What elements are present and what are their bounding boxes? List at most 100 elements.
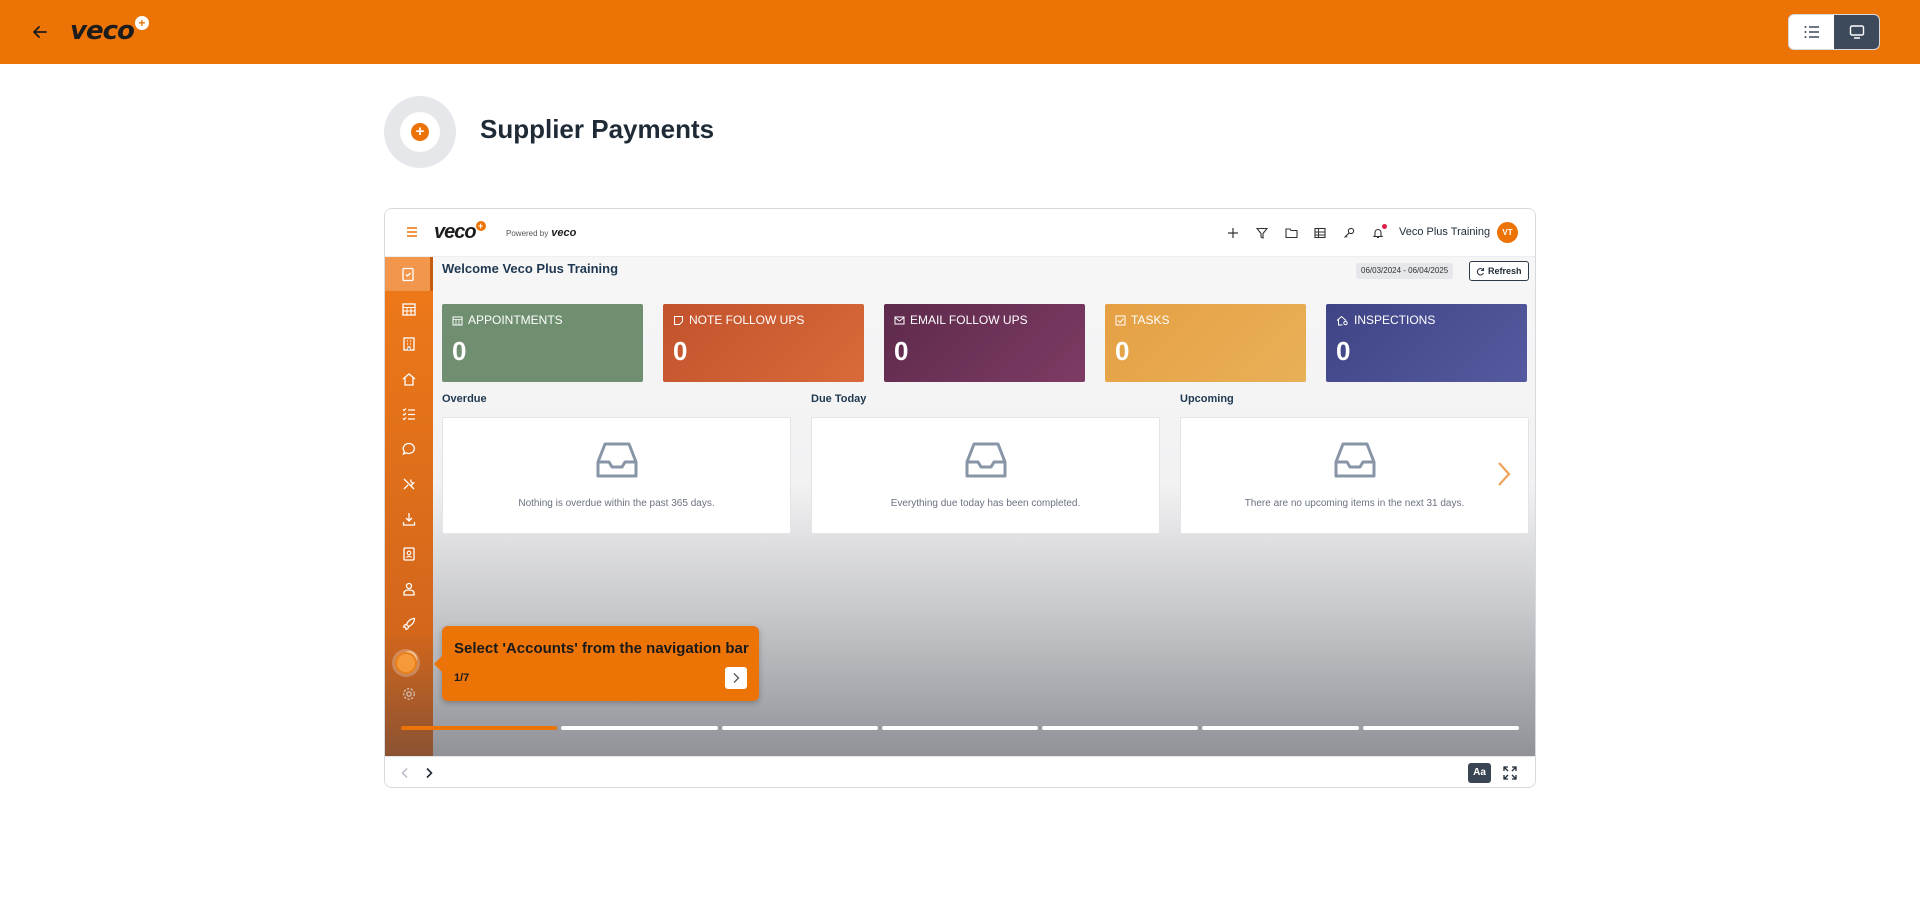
sidebar-item-buildings[interactable] xyxy=(385,327,433,361)
refresh-label: Refresh xyxy=(1488,266,1522,276)
presentation-icon xyxy=(1849,25,1864,39)
chevron-right-icon[interactable] xyxy=(1491,459,1515,489)
font-size-button[interactable]: Aa xyxy=(1468,763,1491,783)
list-check-icon xyxy=(402,408,415,421)
tour-next-button[interactable] xyxy=(725,667,747,689)
key-button[interactable] xyxy=(1341,225,1357,241)
sidebar xyxy=(385,257,433,758)
appointments-card[interactable]: APPOINTMENTS 0 xyxy=(442,304,643,382)
header-icons xyxy=(1225,224,1387,241)
card-label: APPOINTMENTS xyxy=(468,313,563,327)
sidebar-item-people[interactable] xyxy=(385,572,433,606)
list-icon xyxy=(1804,26,1819,38)
tour-step-counter: 1/7 xyxy=(454,672,470,684)
sidebar-item-dashboard[interactable] xyxy=(385,257,433,291)
inbox-icon xyxy=(596,442,637,478)
folder-button[interactable] xyxy=(1283,225,1299,241)
refresh-button[interactable]: Refresh xyxy=(1469,261,1529,281)
inbox-icon xyxy=(1334,442,1375,478)
upcoming-title: Upcoming xyxy=(1180,393,1234,405)
note-icon xyxy=(674,315,683,325)
back-button[interactable] xyxy=(28,20,52,44)
sidebar-item-settings[interactable] xyxy=(385,677,433,711)
filter-button[interactable] xyxy=(1254,225,1270,241)
logo-plus: + xyxy=(134,16,149,30)
add-button[interactable] xyxy=(1225,225,1241,241)
folder-icon xyxy=(1284,228,1298,239)
contact-card-icon xyxy=(403,547,415,561)
presentation-controls: Aa xyxy=(385,756,1535,787)
veco-logo[interactable]: veco + xyxy=(70,14,149,50)
empty-message: Everything due today has been completed. xyxy=(890,498,1081,509)
welcome-heading: Welcome Veco Plus Training xyxy=(442,261,619,276)
checkbox-icon xyxy=(1115,315,1126,325)
date-range[interactable]: 06/03/2024 - 06/04/2025 xyxy=(1356,263,1454,279)
app-header: veco + Powered by veco Veco Plus Trainin… xyxy=(385,209,1535,257)
avatar[interactable]: VT xyxy=(1497,222,1518,243)
next-step-button[interactable] xyxy=(421,765,437,781)
inspections-card[interactable]: INSPECTIONS 0 xyxy=(1326,304,1527,382)
table-button[interactable] xyxy=(1312,225,1328,241)
tour-hotspot[interactable] xyxy=(395,652,417,674)
app-logo: veco + xyxy=(434,220,486,244)
empty-message: There are no upcoming items in the next … xyxy=(1244,498,1465,509)
mail-icon xyxy=(894,316,905,324)
tasks-card[interactable]: TASKS 0 xyxy=(1105,304,1306,382)
download-icon xyxy=(402,513,416,526)
notifications-button[interactable] xyxy=(1370,224,1387,241)
table-icon xyxy=(1314,227,1326,239)
progress-segment xyxy=(721,726,878,730)
upcoming-panel: There are no upcoming items in the next … xyxy=(1180,417,1529,534)
page-title: Supplier Payments xyxy=(480,114,715,144)
top-bar: veco + xyxy=(0,0,1920,64)
powered-by: Powered by veco xyxy=(506,227,577,239)
card-value: 0 xyxy=(894,336,909,366)
due-today-panel: Everything due today has been completed. xyxy=(811,417,1160,534)
presentation-view-button[interactable] xyxy=(1834,15,1879,49)
empty-message: Nothing is overdue within the past 365 d… xyxy=(518,498,715,509)
building-icon xyxy=(403,337,415,351)
home-icon xyxy=(402,373,416,386)
view-toggle xyxy=(1788,14,1880,50)
guide-icon: + xyxy=(384,96,456,168)
hamburger-icon[interactable] xyxy=(405,225,419,239)
refresh-icon xyxy=(1476,267,1485,275)
card-value: 0 xyxy=(452,336,467,366)
sidebar-item-downloads[interactable] xyxy=(385,502,433,536)
note-follow-ups-card[interactable]: NOTE FOLLOW UPS 0 xyxy=(663,304,864,382)
sidebar-item-calendar[interactable] xyxy=(385,292,433,326)
progress-segment xyxy=(1202,726,1359,730)
tools-icon xyxy=(403,478,416,490)
list-view-button[interactable] xyxy=(1789,15,1834,49)
card-label: NOTE FOLLOW UPS xyxy=(689,313,805,327)
card-value: 0 xyxy=(1115,336,1130,366)
expand-icon xyxy=(1503,766,1517,780)
sidebar-item-properties[interactable] xyxy=(385,362,433,396)
sidebar-item-messages[interactable] xyxy=(385,432,433,466)
bell-icon xyxy=(1372,229,1384,239)
progress-segment xyxy=(561,726,718,730)
card-value: 0 xyxy=(1336,336,1351,366)
key-icon xyxy=(1344,227,1355,238)
calendar-icon xyxy=(452,316,463,325)
card-value: 0 xyxy=(673,336,688,366)
card-label: TASKS xyxy=(1131,313,1170,327)
inbox-icon xyxy=(965,442,1006,478)
overdue-title: Overdue xyxy=(442,393,487,405)
sidebar-item-maintenance[interactable] xyxy=(385,467,433,501)
sidebar-item-contacts[interactable] xyxy=(385,537,433,571)
sidebar-item-tasks[interactable] xyxy=(385,397,433,431)
email-follow-ups-card[interactable]: EMAIL FOLLOW UPS 0 xyxy=(884,304,1085,382)
filter-icon xyxy=(1256,227,1268,239)
house-search-icon xyxy=(1336,315,1348,325)
gear-icon xyxy=(403,688,415,700)
plus-icon xyxy=(1228,228,1238,238)
user-name[interactable]: Veco Plus Training xyxy=(1399,226,1490,238)
calendar-icon xyxy=(402,303,416,316)
fullscreen-button[interactable] xyxy=(1501,764,1519,782)
overdue-panel: Nothing is overdue within the past 365 d… xyxy=(442,417,791,534)
chevron-left-icon xyxy=(401,767,408,779)
previous-step-button[interactable] xyxy=(397,765,413,781)
sidebar-item-launch[interactable] xyxy=(385,607,433,641)
chat-icon xyxy=(402,442,415,456)
